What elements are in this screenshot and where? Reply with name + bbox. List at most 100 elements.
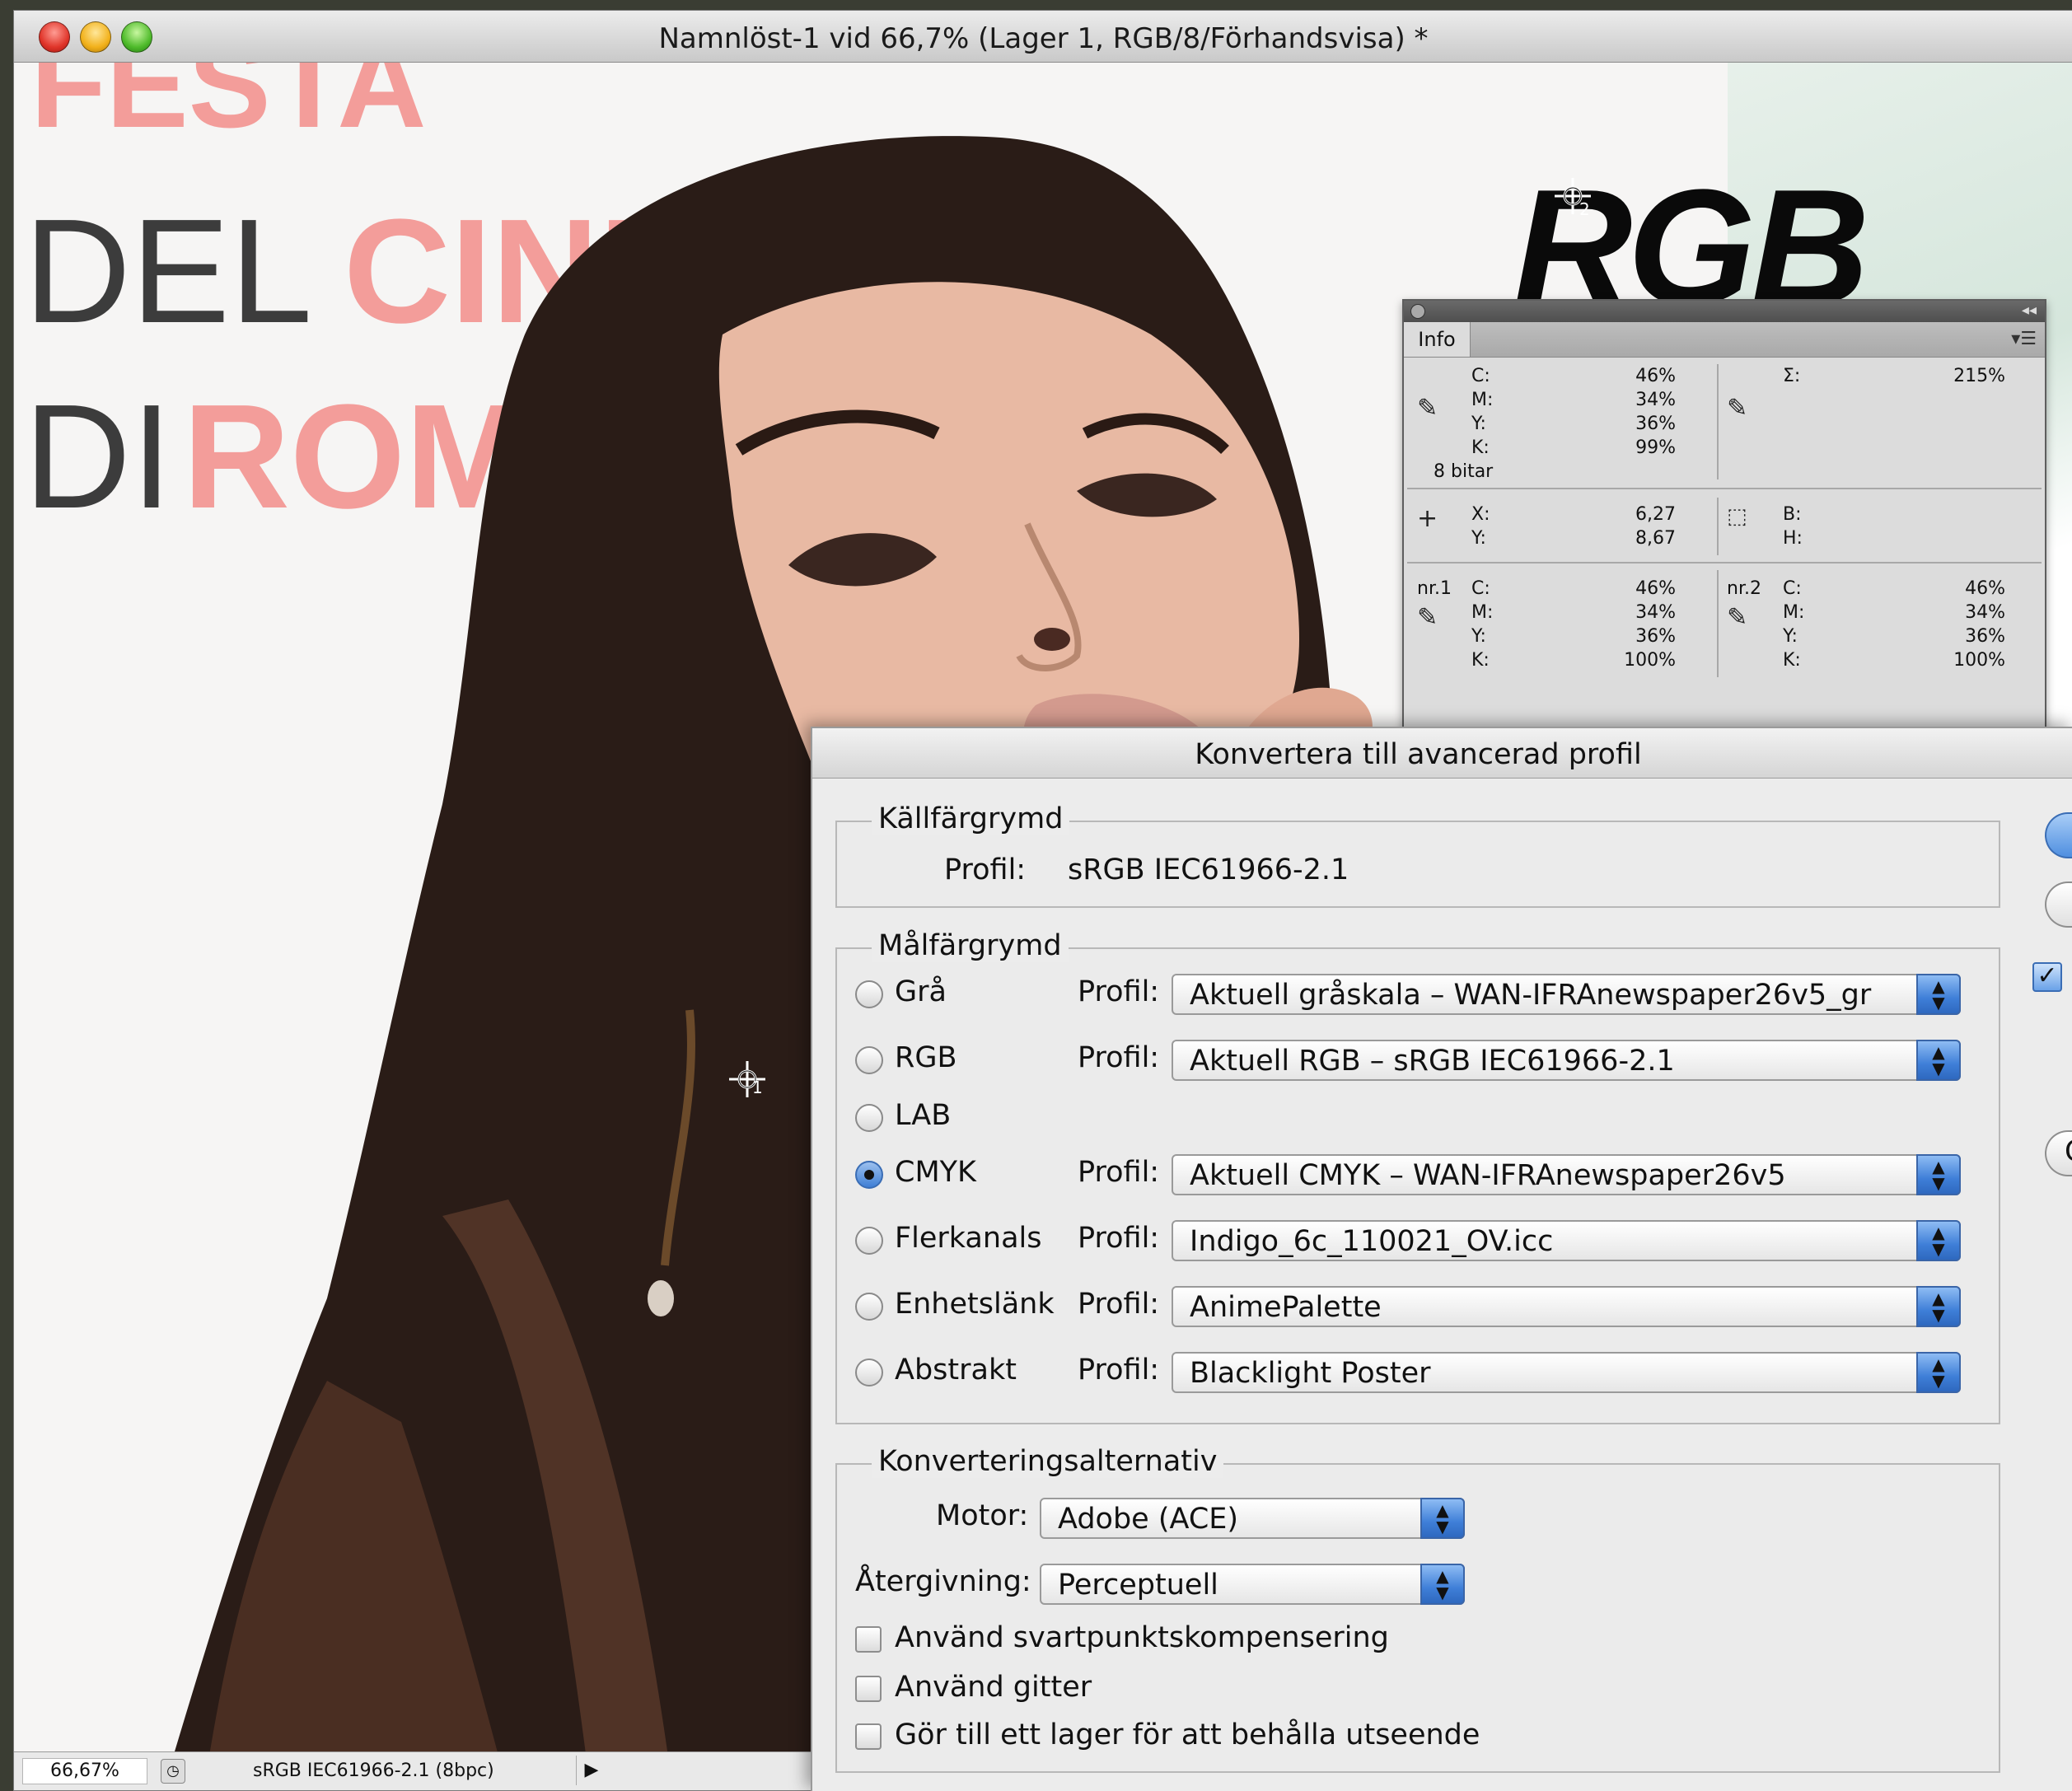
dialog-titlebar[interactable]: Konvertera till avancerad profil	[812, 728, 2072, 779]
multichannel-profile-label: Profil:	[1078, 1222, 1160, 1255]
radio-cmyk-label[interactable]: CMYK	[895, 1156, 976, 1189]
device-link-profile-label: Profil:	[1078, 1288, 1160, 1321]
multichannel-profile-select[interactable]: Indigo_6c_110021_OV.icc ▲ ▼	[1172, 1220, 1961, 1261]
cmyk-profile-select[interactable]: Aktuell CMYK – WAN-IFRAnewspaper26v5 ▲ ▼	[1172, 1154, 1961, 1195]
x-value: 6,27	[1635, 504, 1676, 525]
radio-multichannel-label[interactable]: Flerkanals	[895, 1222, 1041, 1255]
source-color-space-group: Källfärgrymd Profil: sRGB IEC61966-2.1	[835, 802, 2000, 908]
select-arrows-icon: ▲ ▼	[1420, 1498, 1465, 1539]
radio-gray-label[interactable]: Grå	[895, 975, 947, 1008]
abstract-profile-value: Blacklight Poster	[1190, 1357, 1431, 1390]
source-profile-value: sRGB IEC61966-2.1	[1068, 853, 1349, 886]
radio-rgb-label[interactable]: RGB	[895, 1041, 956, 1074]
engine-value: Adobe (ACE)	[1058, 1503, 1239, 1536]
device-link-profile-value: AnimePalette	[1190, 1291, 1382, 1324]
device-link-profile-select[interactable]: AnimePalette ▲ ▼	[1172, 1286, 1961, 1327]
info-panel-titlebar[interactable]: ◂◂	[1404, 301, 2045, 322]
select-arrows-icon: ▲ ▼	[1916, 1220, 1961, 1261]
tab-info[interactable]: Info	[1404, 322, 1471, 357]
radio-multichannel[interactable]	[855, 1227, 883, 1255]
advanced-button-partial-label: C	[2065, 1135, 2072, 1168]
dither-checkbox[interactable]	[855, 1676, 882, 1702]
s1-m-value: 34%	[1635, 602, 1676, 623]
conversion-options-legend: Konverteringsalternativ	[872, 1445, 1224, 1478]
y-value: 8,67	[1635, 528, 1676, 549]
info-collapse-icon[interactable]: ◂◂	[2022, 302, 2037, 319]
main-k-value: 99%	[1635, 437, 1676, 458]
window-titlebar[interactable]: Namnlöst-1 vid 66,7% (Lager 1, RGB/8/För…	[14, 11, 2072, 63]
abstract-profile-select[interactable]: Blacklight Poster ▲ ▼	[1172, 1352, 1961, 1393]
total-value: 215%	[1953, 366, 2005, 386]
bit-depth-text: 8 bitar	[1434, 461, 1494, 482]
multichannel-profile-value: Indigo_6c_110021_OV.icc	[1190, 1225, 1554, 1258]
panel-menu-icon[interactable]: ▾☰	[2011, 329, 2037, 349]
eyedropper-icon: ✎	[1727, 394, 1748, 423]
engine-select[interactable]: Adobe (ACE) ▲ ▼	[1040, 1498, 1465, 1539]
black-point-checkbox[interactable]	[855, 1626, 882, 1653]
s2-y-value: 36%	[1965, 626, 2005, 647]
convert-profile-dialog: Konvertera till avancerad profil Källfär…	[811, 727, 2072, 1791]
black-point-label[interactable]: Använd svartpunktskompensering	[895, 1621, 1389, 1654]
rgb-profile-label: Profil:	[1078, 1041, 1160, 1074]
select-arrows-icon: ▲ ▼	[1916, 1352, 1961, 1393]
radio-lab[interactable]	[855, 1104, 883, 1132]
rgb-profile-value: Aktuell RGB – sRGB IEC61966-2.1	[1190, 1045, 1675, 1078]
radio-abstract-label[interactable]: Abstrakt	[895, 1354, 1017, 1387]
radio-abstract[interactable]	[855, 1358, 883, 1387]
radio-device-link[interactable]	[855, 1293, 883, 1321]
sampler-2-number: 2	[1579, 199, 1590, 219]
select-arrows-icon: ▲ ▼	[1916, 1040, 1961, 1081]
height-label: H:	[1783, 528, 1803, 549]
rgb-profile-select[interactable]: Aktuell RGB – sRGB IEC61966-2.1 ▲ ▼	[1172, 1040, 1961, 1081]
intent-select[interactable]: Perceptuell ▲ ▼	[1040, 1564, 1465, 1605]
eyedropper-icon: ✎	[1417, 603, 1438, 632]
y-label: Y:	[1471, 528, 1486, 549]
s1-c-value: 46%	[1635, 578, 1676, 599]
radio-cmyk[interactable]	[855, 1161, 883, 1189]
s2-m-label: M:	[1783, 602, 1805, 623]
flatten-layer-label[interactable]: Gör till ett lager för att behålla utsee…	[895, 1719, 1480, 1751]
dither-label[interactable]: Använd gitter	[895, 1671, 1092, 1704]
radio-lab-label[interactable]: LAB	[895, 1099, 951, 1132]
status-menu-arrow-icon[interactable]: ▶	[576, 1756, 606, 1785]
radio-rgb[interactable]	[855, 1046, 883, 1074]
ok-button[interactable]	[2045, 812, 2072, 858]
info-divider	[1407, 488, 2042, 489]
main-c-label: C:	[1471, 366, 1490, 386]
status-bar: 66,67% ◷ sRGB IEC61966-2.1 (8bpc) ▶	[14, 1751, 821, 1790]
radio-device-link-label[interactable]: Enhetslänk	[895, 1288, 1055, 1321]
main-y-label: Y:	[1471, 414, 1486, 434]
abstract-profile-label: Profil:	[1078, 1354, 1160, 1387]
select-arrows-icon: ▲ ▼	[1420, 1564, 1465, 1605]
s1-m-label: M:	[1471, 602, 1494, 623]
main-k-label: K:	[1471, 437, 1490, 458]
select-arrows-icon: ▲ ▼	[1916, 1154, 1961, 1195]
crosshair-icon: +	[1417, 504, 1438, 533]
sampler-1-number: 1	[752, 1078, 763, 1097]
gray-profile-select[interactable]: Aktuell gråskala – WAN-IFRAnewspaper26v5…	[1172, 974, 1961, 1015]
info-close-icon[interactable]	[1410, 304, 1425, 319]
engine-label: Motor:	[936, 1499, 1029, 1532]
info-divider	[1407, 562, 2042, 563]
info-divider	[1717, 498, 1719, 555]
s2-m-value: 34%	[1965, 602, 2005, 623]
info-divider	[1717, 364, 1719, 479]
flatten-layer-checkbox[interactable]	[855, 1723, 882, 1750]
intent-value: Perceptuell	[1058, 1569, 1218, 1602]
s1-y-label: Y:	[1471, 626, 1486, 647]
info-panel: ◂◂ Info ▾☰ ✎ C: M: Y: K: 46% 34% 36% 99%…	[1402, 299, 2046, 735]
preview-checkbox[interactable]: ✓	[2032, 962, 2062, 992]
document-profile-text: sRGB IEC61966-2.1 (8bpc)	[253, 1761, 494, 1781]
destination-legend: Målfärgrymd	[872, 929, 1069, 962]
sampler-2-name: nr.2	[1727, 578, 1761, 599]
gray-profile-label: Profil:	[1078, 975, 1160, 1008]
s1-k-value: 100%	[1624, 650, 1676, 671]
cancel-button[interactable]	[2045, 881, 2072, 928]
main-c-value: 46%	[1635, 366, 1676, 386]
window-title: Namnlöst-1 vid 66,7% (Lager 1, RGB/8/För…	[658, 22, 1429, 55]
zoom-level-field[interactable]: 66,67%	[22, 1758, 147, 1784]
source-legend: Källfärgrymd	[872, 802, 1070, 835]
radio-gray[interactable]	[855, 980, 883, 1008]
status-clock-icon[interactable]: ◷	[161, 1759, 185, 1784]
s2-k-value: 100%	[1953, 650, 2005, 671]
